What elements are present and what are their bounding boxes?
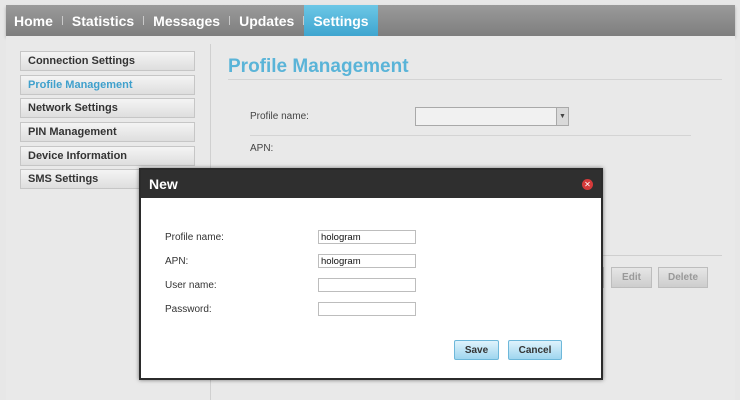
profile-name-select[interactable]: ▼ — [415, 107, 569, 126]
nav-updates[interactable]: Updates — [230, 5, 303, 36]
nav-messages[interactable]: Messages — [144, 5, 229, 36]
profile-name-label: Profile name: — [250, 111, 309, 122]
dialog-title: New — [149, 176, 178, 192]
divider — [228, 79, 722, 80]
dialog-header: New ✕ — [141, 170, 601, 198]
edit-button[interactable]: Edit — [611, 267, 652, 288]
sidebar-item-network-settings[interactable]: Network Settings — [20, 98, 195, 119]
user-name-field[interactable] — [318, 278, 416, 292]
user-name-field-label: User name: — [165, 280, 217, 291]
nav-statistics[interactable]: Statistics — [63, 5, 143, 36]
divider — [250, 135, 691, 136]
sidebar-item-device-information[interactable]: Device Information — [20, 145, 195, 166]
nav-settings[interactable]: Settings — [304, 5, 378, 36]
password-field-label: Password: — [165, 304, 212, 315]
password-field[interactable] — [318, 302, 416, 316]
apn-label: APN: — [250, 143, 274, 154]
apn-field-label: APN: — [165, 256, 189, 267]
nav-home[interactable]: Home — [6, 5, 62, 36]
sidebar-item-connection-settings[interactable]: Connection Settings — [20, 51, 195, 71]
delete-button[interactable]: Delete — [658, 267, 708, 288]
profile-name-field-label: Profile name: — [165, 232, 224, 243]
save-button[interactable]: Save — [454, 340, 499, 360]
top-navigation: Home Statistics Messages Updates Setting… — [6, 5, 735, 36]
page-title: Profile Management — [228, 56, 409, 77]
new-profile-dialog: New ✕ Profile name: APN: User name: Pass… — [139, 168, 603, 380]
profile-name-field[interactable] — [318, 230, 416, 244]
close-icon[interactable]: ✕ — [582, 178, 593, 190]
divider — [600, 255, 722, 256]
sidebar-item-profile-management[interactable]: Profile Management — [20, 74, 195, 95]
chevron-down-icon: ▼ — [556, 108, 568, 125]
cancel-button[interactable]: Cancel — [508, 340, 562, 360]
apn-field[interactable] — [318, 254, 416, 268]
sidebar-item-pin-management[interactable]: PIN Management — [20, 122, 195, 143]
